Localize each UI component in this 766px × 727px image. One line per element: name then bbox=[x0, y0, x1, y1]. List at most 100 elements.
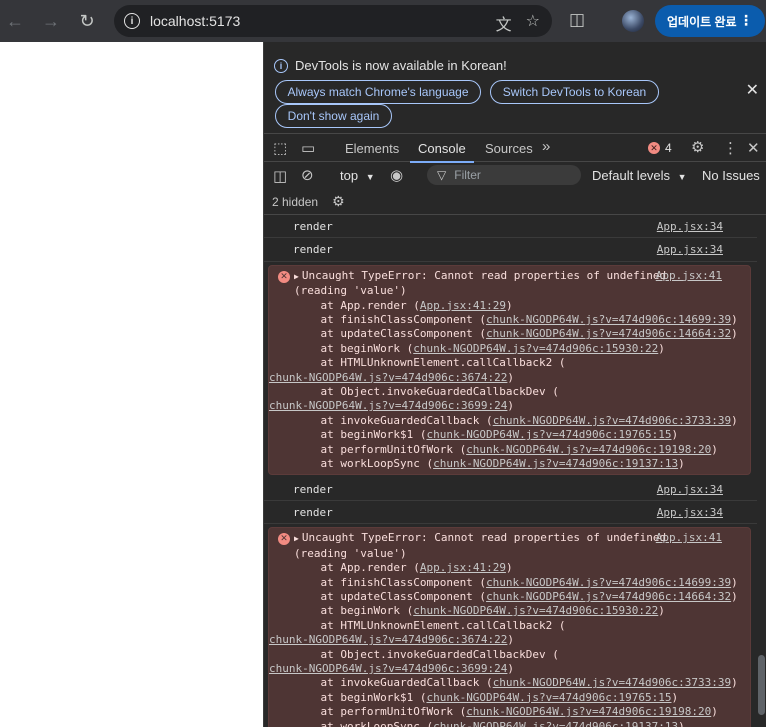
devtools-panel: i DevTools is now available in Korean! ✕… bbox=[263, 42, 766, 727]
issues-button[interactable]: No Issues bbox=[702, 168, 760, 183]
stack-frame-tail: ) bbox=[711, 705, 718, 719]
error-title[interactable]: Uncaught TypeError: Cannot read properti… bbox=[302, 531, 666, 544]
stack-frame-wrap: chunk-NGODP64W.js?v=474d906c:3674:22) bbox=[269, 371, 750, 385]
source-link[interactable]: App.jsx:34 bbox=[657, 220, 723, 234]
stack-frame-link[interactable]: chunk-NGODP64W.js?v=474d906c:19765:15 bbox=[426, 428, 671, 441]
source-link[interactable]: App.jsx:41 bbox=[656, 269, 722, 283]
extensions-icon[interactable]: ◫ bbox=[569, 10, 585, 30]
error-title[interactable]: Uncaught TypeError: Cannot read properti… bbox=[302, 269, 666, 282]
forward-icon[interactable]: → bbox=[38, 8, 64, 34]
stack-frame-link[interactable]: chunk-NGODP64W.js?v=474d906c:3733:39 bbox=[493, 676, 731, 689]
back-icon[interactable]: ← bbox=[2, 8, 28, 34]
console-scrollbar[interactable] bbox=[757, 215, 766, 727]
kebab-menu-icon[interactable]: ⋮ bbox=[739, 12, 753, 29]
info-icon: i bbox=[274, 59, 288, 73]
log-row: render App.jsx:34 bbox=[264, 478, 766, 501]
tab-elements[interactable]: Elements bbox=[345, 134, 399, 162]
context-value: top bbox=[340, 168, 359, 183]
stack-frame-tail: ) bbox=[678, 719, 685, 727]
stack-frame-link[interactable]: chunk-NGODP64W.js?v=474d906c:3674:22 bbox=[269, 633, 507, 646]
devtools-tabbar: ⬚ ▭ Elements Console Sources » ✕ 4 ⚙ ⋮ ✕ bbox=[264, 134, 766, 163]
stack-frame-link[interactable]: chunk-NGODP64W.js?v=474d906c:3733:39 bbox=[493, 414, 731, 427]
scroll-thumb[interactable] bbox=[758, 655, 765, 715]
stack-frame-wrap: chunk-NGODP64W.js?v=474d906c:3699:24) bbox=[269, 399, 750, 413]
language-infobar: i DevTools is now available in Korean! ✕… bbox=[264, 42, 766, 134]
tab-console[interactable]: Console bbox=[410, 134, 474, 163]
address-bar[interactable]: i localhost:5173 文 ☆ bbox=[114, 5, 552, 37]
console-filterbar: ◫ ⊘ top ▼ ◉ ▽ Filter Default levels ▼ No… bbox=[264, 162, 766, 189]
close-icon[interactable]: ✕ bbox=[746, 80, 759, 100]
hidden-count: 2 hidden bbox=[272, 195, 319, 209]
stack-frame-link[interactable]: chunk-NGODP64W.js?v=474d906c:19137:13 bbox=[433, 720, 678, 727]
stack-frame-tail: ) bbox=[678, 457, 685, 471]
sidebar-toggle-icon[interactable]: ◫ bbox=[273, 167, 287, 185]
expand-triangle-icon[interactable]: ▶ bbox=[294, 272, 299, 281]
stack-frame-link[interactable]: chunk-NGODP64W.js?v=474d906c:3699:24 bbox=[269, 399, 507, 412]
context-select[interactable]: top ▼ bbox=[340, 168, 375, 183]
clear-console-icon[interactable]: ⊘ bbox=[301, 166, 314, 184]
more-tabs-icon[interactable]: » bbox=[542, 138, 550, 155]
stack-frame-link[interactable]: App.jsx:41:29 bbox=[420, 299, 506, 312]
translate-icon[interactable]: 文 bbox=[496, 11, 512, 35]
always-match-language-button[interactable]: Always match Chrome's language bbox=[275, 80, 481, 104]
error-row: ✕ ▶ Uncaught TypeError: Cannot read prope… bbox=[268, 527, 751, 727]
error-title-2: (reading 'value') bbox=[294, 284, 407, 298]
stack-frame-tail: ) bbox=[711, 442, 718, 456]
stack-frame-link[interactable]: chunk-NGODP64W.js?v=474d906c:14664:32 bbox=[486, 590, 731, 603]
update-button[interactable]: 업데이트 완료 ⋮ bbox=[655, 5, 765, 37]
kebab-icon[interactable]: ⋮ bbox=[723, 139, 738, 157]
source-link[interactable]: App.jsx:34 bbox=[657, 243, 723, 257]
stack-frame-link[interactable]: chunk-NGODP64W.js?v=474d906c:14664:32 bbox=[486, 327, 731, 340]
stack-frame-link[interactable]: chunk-NGODP64W.js?v=474d906c:14699:39 bbox=[486, 313, 731, 326]
stack-frame-link[interactable]: chunk-NGODP64W.js?v=474d906c:15930:22 bbox=[413, 342, 658, 355]
stack-frame-link[interactable]: chunk-NGODP64W.js?v=474d906c:19137:13 bbox=[433, 457, 678, 470]
stack-frame: at beginWork$1 (chunk-NGODP64W.js?v=474d… bbox=[294, 428, 750, 442]
stack-frame-link[interactable]: chunk-NGODP64W.js?v=474d906c:15930:22 bbox=[413, 604, 658, 617]
switch-to-korean-button[interactable]: Switch DevTools to Korean bbox=[490, 80, 659, 104]
tab-sources[interactable]: Sources bbox=[485, 134, 533, 162]
device-toolbar-icon[interactable]: ▭ bbox=[301, 139, 315, 157]
source-link[interactable]: App.jsx:34 bbox=[657, 506, 723, 520]
site-info-icon[interactable]: i bbox=[124, 13, 140, 29]
stack-frame: at workLoopSync (chunk-NGODP64W.js?v=474… bbox=[294, 720, 750, 727]
stack-frame-link[interactable]: chunk-NGODP64W.js?v=474d906c:19765:15 bbox=[426, 691, 671, 704]
stack-frame-text: at beginWork$1 ( bbox=[294, 690, 427, 704]
eye-icon[interactable]: ◉ bbox=[390, 166, 403, 184]
dont-show-again-button[interactable]: Don't show again bbox=[275, 104, 392, 128]
settings-icon[interactable]: ⚙ bbox=[691, 138, 704, 156]
error-row: ✕ ▶ Uncaught TypeError: Cannot read prope… bbox=[268, 264, 751, 475]
filter-placeholder: Filter bbox=[454, 168, 481, 182]
log-message: render bbox=[293, 243, 333, 257]
stack-frame-text: at HTMLUnknownElement.callCallback2 ( bbox=[294, 618, 566, 632]
stack-frame-link[interactable]: chunk-NGODP64W.js?v=474d906c:19198:20 bbox=[466, 705, 711, 718]
filter-input[interactable]: ▽ Filter bbox=[427, 165, 581, 185]
reload-icon[interactable]: ↻ bbox=[74, 8, 100, 34]
star-icon[interactable]: ☆ bbox=[526, 11, 540, 35]
stack-frame-tail: ) bbox=[507, 399, 515, 413]
stack-frame: at beginWork (chunk-NGODP64W.js?v=474d90… bbox=[294, 604, 750, 618]
log-message: render bbox=[293, 482, 333, 496]
stack-frame-link[interactable]: chunk-NGODP64W.js?v=474d906c:3674:22 bbox=[269, 371, 507, 384]
inspect-icon[interactable]: ⬚ bbox=[273, 139, 287, 157]
log-levels-select[interactable]: Default levels ▼ bbox=[592, 168, 687, 183]
levels-label: Default levels bbox=[592, 168, 671, 183]
source-link[interactable]: App.jsx:34 bbox=[657, 483, 723, 497]
expand-triangle-icon[interactable]: ▶ bbox=[294, 534, 299, 543]
update-label: 업데이트 완료 bbox=[667, 14, 737, 29]
stack-frame-text: at workLoopSync ( bbox=[294, 457, 434, 471]
stack-frame-link[interactable]: chunk-NGODP64W.js?v=474d906c:14699:39 bbox=[486, 576, 731, 589]
stack-frame-link[interactable]: chunk-NGODP64W.js?v=474d906c:19198:20 bbox=[466, 443, 711, 456]
stack-frame-tail: ) bbox=[658, 341, 665, 355]
close-devtools-icon[interactable]: ✕ bbox=[747, 139, 760, 157]
avatar[interactable] bbox=[622, 10, 644, 32]
stack-frame-link[interactable]: App.jsx:41:29 bbox=[420, 561, 506, 574]
stack-frame: at performUnitOfWork (chunk-NGODP64W.js?… bbox=[294, 443, 750, 457]
stack-frame-tail: ) bbox=[731, 589, 738, 603]
source-link[interactable]: App.jsx:41 bbox=[656, 531, 722, 545]
gear-icon[interactable]: ⚙ bbox=[332, 193, 345, 210]
stack-frame: at performUnitOfWork (chunk-NGODP64W.js?… bbox=[294, 705, 750, 719]
stack-frame: at beginWork (chunk-NGODP64W.js?v=474d90… bbox=[294, 342, 750, 356]
stack-frame: at updateClassComponent (chunk-NGODP64W.… bbox=[294, 327, 750, 341]
error-count-badge[interactable]: ✕ 4 bbox=[648, 141, 672, 155]
stack-frame-link[interactable]: chunk-NGODP64W.js?v=474d906c:3699:24 bbox=[269, 662, 507, 675]
